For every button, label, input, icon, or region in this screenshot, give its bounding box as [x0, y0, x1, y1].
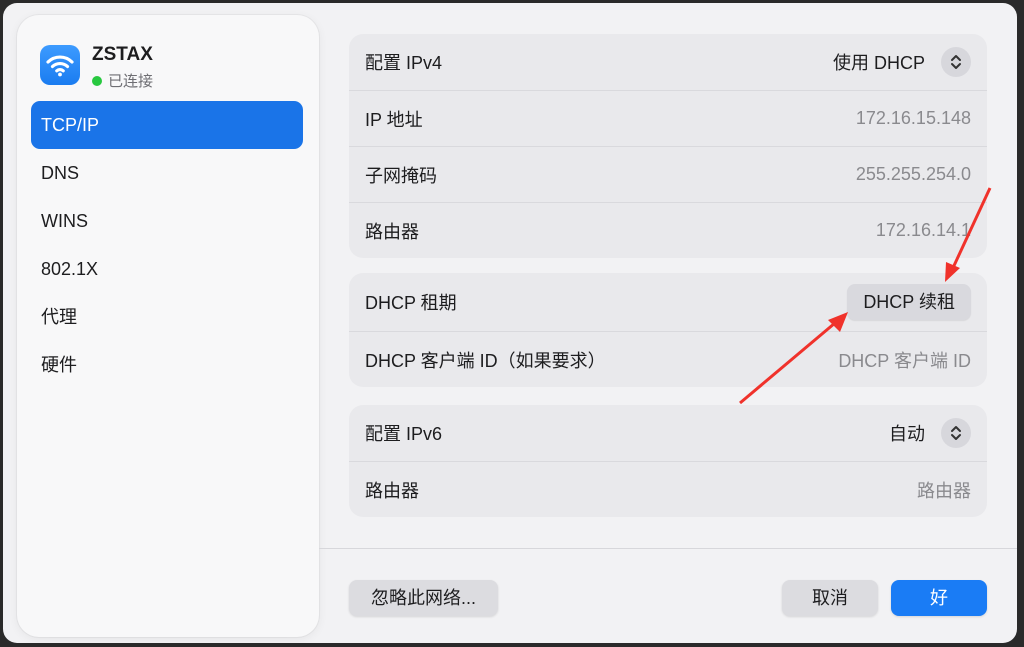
ipv6-card: 配置 IPv6 自动 路由器 路由器 — [349, 405, 987, 517]
sidebar: ZSTAX 已连接 TCP/IP DNS WINS 802.1X 代理 硬件 — [17, 15, 319, 637]
sidebar-item-hardware[interactable]: 硬件 — [31, 341, 303, 389]
configure-ipv4-select[interactable]: 使用 DHCP — [833, 47, 971, 77]
ipv6-router-row: 路由器 路由器 — [349, 461, 987, 517]
subnet-mask-label: 子网掩码 — [365, 165, 437, 186]
wifi-icon — [40, 45, 80, 85]
ipv6-router-field[interactable]: 路由器 — [917, 477, 971, 503]
chevron-updown-icon[interactable] — [941, 47, 971, 77]
dhcp-lease-row: DHCP 租期 DHCP 续租 — [349, 273, 987, 331]
configure-ipv4-row: 配置 IPv4 使用 DHCP — [349, 34, 987, 90]
sidebar-item-tcpip[interactable]: TCP/IP — [31, 101, 303, 149]
dhcp-card: DHCP 租期 DHCP 续租 DHCP 客户端 ID（如果要求） DHCP 客… — [349, 273, 987, 387]
sidebar-item-wins[interactable]: WINS — [31, 197, 303, 245]
sidebar-list: TCP/IP DNS WINS 802.1X 代理 硬件 — [31, 101, 303, 389]
chevron-updown-icon[interactable] — [941, 418, 971, 448]
ipv6-router-label: 路由器 — [365, 480, 419, 501]
ipv4-card: 配置 IPv4 使用 DHCP IP 地址 172.16.15.148 子网掩码… — [349, 34, 987, 258]
network-settings-window: ZSTAX 已连接 TCP/IP DNS WINS 802.1X 代理 硬件 配… — [3, 3, 1017, 643]
configure-ipv6-label: 配置 IPv6 — [365, 424, 443, 444]
ip-address-row: IP 地址 172.16.15.148 — [349, 90, 987, 146]
dhcp-client-id-label: DHCP 客户端 ID（如果要求） — [365, 350, 606, 371]
ok-button[interactable]: 好 — [891, 580, 987, 616]
configure-ipv4-value: 使用 DHCP — [832, 53, 925, 73]
configure-ipv6-select[interactable]: 自动 — [889, 418, 971, 448]
configure-ipv4-label: 配置 IPv4 — [365, 53, 443, 73]
sidebar-item-dns[interactable]: DNS — [31, 149, 303, 197]
network-status-label: 已连接 — [108, 73, 154, 90]
router-row: 路由器 172.16.14.1 — [349, 202, 987, 258]
forget-network-button[interactable]: 忽略此网络... — [349, 580, 498, 616]
sidebar-item-8021x[interactable]: 802.1X — [31, 245, 303, 293]
sidebar-item-proxy[interactable]: 代理 — [31, 293, 303, 341]
footer-divider — [319, 548, 1017, 549]
subnet-mask-value: 255.255.254.0 — [855, 164, 971, 184]
cancel-button[interactable]: 取消 — [782, 580, 878, 616]
dhcp-renew-button[interactable]: DHCP 续租 — [847, 284, 971, 320]
router-label: 路由器 — [365, 221, 419, 242]
configure-ipv6-row: 配置 IPv6 自动 — [349, 405, 987, 461]
router-value: 172.16.14.1 — [875, 220, 971, 240]
network-name: ZSTAX — [92, 44, 153, 65]
configure-ipv6-value: 自动 — [889, 424, 925, 444]
ip-address-label: IP 地址 — [365, 109, 423, 130]
dhcp-client-id-row: DHCP 客户端 ID（如果要求） DHCP 客户端 ID — [349, 331, 987, 387]
subnet-mask-row: 子网掩码 255.255.254.0 — [349, 146, 987, 202]
status-dot-icon — [92, 75, 102, 86]
network-status: 已连接 — [92, 70, 153, 91]
ip-address-value: 172.16.15.148 — [855, 108, 971, 128]
dhcp-client-id-field[interactable]: DHCP 客户端 ID — [838, 347, 971, 373]
dhcp-lease-label: DHCP 租期 — [365, 293, 457, 313]
